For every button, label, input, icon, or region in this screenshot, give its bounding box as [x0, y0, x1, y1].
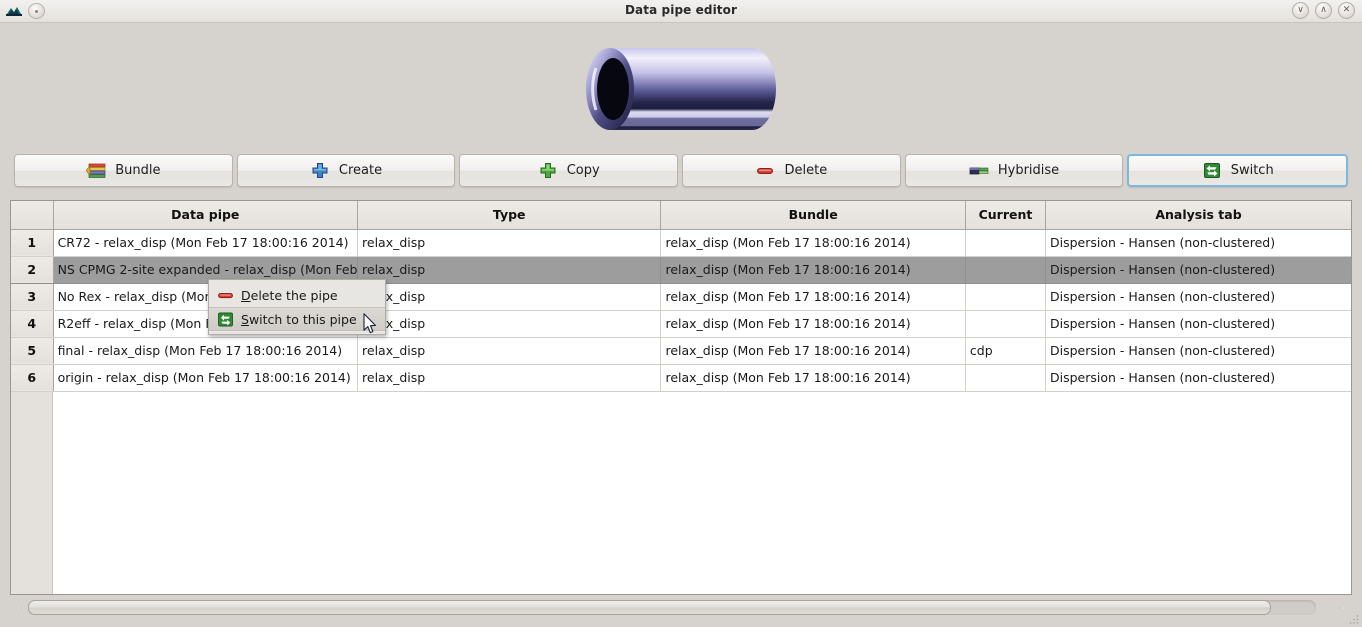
accel-key-s: S — [241, 312, 249, 327]
context-menu-label-delete: Delete the pipe — [241, 288, 338, 303]
maximize-glyph: ∧ — [1316, 3, 1331, 18]
resize-grip-icon[interactable] — [1348, 613, 1360, 625]
maximize-button[interactable]: ∧ — [1315, 2, 1332, 19]
cell-analysis-tab[interactable]: Dispersion - Hansen (non-clustered) — [1046, 310, 1351, 337]
cell-analysis-tab[interactable]: Dispersion - Hansen (non-clustered) — [1046, 229, 1351, 256]
table-header-row: Data pipe Type Bundle Current Analysis t… — [11, 201, 1351, 229]
column-header-data-pipe[interactable]: Data pipe — [53, 201, 357, 229]
red-minus-icon — [217, 288, 234, 303]
table-row[interactable]: 5 final - relax_disp (Mon Feb 17 18:00:1… — [11, 337, 1351, 364]
context-menu-item-switch-to-this-pipe[interactable]: Switch to this pipe — [209, 307, 385, 331]
column-header-bundle[interactable]: Bundle — [661, 201, 965, 229]
switch-icon — [217, 312, 234, 327]
switch-button-label: Switch — [1231, 163, 1274, 178]
switch-icon — [1202, 162, 1222, 179]
data-pipe-cylinder-image — [584, 42, 781, 137]
cell-analysis-tab[interactable]: Dispersion - Hansen (non-clustered) — [1046, 256, 1351, 283]
row-number: 5 — [11, 337, 53, 364]
column-header-analysis-tab[interactable]: Analysis tab — [1046, 201, 1351, 229]
minimize-glyph: ∨ — [1293, 3, 1308, 18]
column-header-type[interactable]: Type — [358, 201, 661, 229]
cell-analysis-tab[interactable]: Dispersion - Hansen (non-clustered) — [1046, 364, 1351, 391]
hybridise-button-label: Hybridise — [998, 163, 1059, 178]
hybridise-icon — [969, 162, 989, 179]
context-menu-label-switch-rest: witch to this pipe — [249, 312, 357, 327]
red-minus-icon — [755, 162, 775, 179]
banner-area — [0, 22, 1362, 147]
title-bar: Data pipe editor ∨ ∧ ✕ — [0, 0, 1362, 23]
column-header-current[interactable]: Current — [965, 201, 1045, 229]
copy-button-label: Copy — [567, 163, 600, 178]
scroll-page-left-arrow[interactable]: ‹ — [1316, 598, 1334, 616]
create-button[interactable]: Create — [237, 154, 456, 187]
switch-button[interactable]: Switch — [1127, 154, 1348, 187]
close-glyph: ✕ — [1339, 3, 1354, 18]
table-row[interactable]: 1 CR72 - relax_disp (Mon Feb 17 18:00:16… — [11, 229, 1351, 256]
context-menu-label-switch: Switch to this pipe — [241, 312, 357, 327]
cell-data-pipe[interactable]: origin - relax_disp (Mon Feb 17 18:00:16… — [53, 364, 357, 391]
green-plus-icon — [538, 162, 558, 179]
cell-analysis-tab[interactable]: Dispersion - Hansen (non-clustered) — [1046, 337, 1351, 364]
cell-bundle[interactable]: relax_disp (Mon Feb 17 18:00:16 2014) — [661, 283, 965, 310]
data-pipe-table: Data pipe Type Bundle Current Analysis t… — [10, 200, 1352, 595]
window-controls: ∨ ∧ ✕ — [1292, 2, 1355, 19]
cell-current[interactable] — [965, 256, 1045, 283]
cell-type[interactable]: relax_disp — [358, 364, 661, 391]
delete-button[interactable]: Delete — [682, 154, 901, 187]
context-menu: Delete the pipe Switch to this pipe — [208, 279, 386, 335]
row-number: 3 — [11, 283, 53, 310]
create-button-label: Create — [339, 163, 382, 178]
minimize-button[interactable]: ∨ — [1292, 2, 1309, 19]
column-header-rownum[interactable] — [11, 201, 53, 229]
cell-type[interactable]: relax_disp — [358, 310, 661, 337]
row-number: 6 — [11, 364, 53, 391]
table-row[interactable]: 6 origin - relax_disp (Mon Feb 17 18:00:… — [11, 364, 1351, 391]
toolbar: Bundle Create Copy Delete — [14, 154, 1348, 187]
window-title: Data pipe editor — [0, 0, 1362, 21]
cell-current[interactable] — [965, 364, 1045, 391]
row-number: 2 — [11, 256, 53, 283]
horizontal-scrollbar[interactable]: ‹ ‹ › — [10, 597, 1352, 617]
cell-bundle[interactable]: relax_disp (Mon Feb 17 18:00:16 2014) — [661, 256, 965, 283]
bundle-button-label: Bundle — [115, 163, 160, 178]
cell-bundle[interactable]: relax_disp (Mon Feb 17 18:00:16 2014) — [661, 310, 965, 337]
cell-current[interactable]: cdp — [965, 337, 1045, 364]
cell-type[interactable]: relax_disp — [358, 229, 661, 256]
cell-current[interactable] — [965, 310, 1045, 337]
scrollbar-track[interactable] — [28, 600, 1316, 615]
data-pipe-editor-window: Data pipe editor ∨ ∧ ✕ — [0, 0, 1362, 627]
scrollbar-thumb[interactable] — [28, 600, 1271, 615]
bundle-button[interactable]: Bundle — [14, 154, 233, 187]
accel-key-d: D — [241, 288, 251, 303]
context-menu-item-delete-the-pipe[interactable]: Delete the pipe — [209, 283, 385, 307]
delete-button-label: Delete — [784, 163, 827, 178]
context-menu-label-delete-rest: elete the pipe — [251, 288, 338, 303]
row-number: 1 — [11, 229, 53, 256]
bundle-icon — [86, 162, 106, 179]
cell-type[interactable]: relax_disp — [358, 256, 661, 283]
cell-current[interactable] — [965, 283, 1045, 310]
scroll-left-arrow[interactable]: ‹ — [10, 598, 28, 616]
row-number: 4 — [11, 310, 53, 337]
cell-bundle[interactable]: relax_disp (Mon Feb 17 18:00:16 2014) — [661, 364, 965, 391]
cell-data-pipe[interactable]: final - relax_disp (Mon Feb 17 18:00:16 … — [53, 337, 357, 364]
cell-type[interactable]: relax_disp — [358, 337, 661, 364]
blue-plus-icon — [310, 162, 330, 179]
cell-data-pipe[interactable]: CR72 - relax_disp (Mon Feb 17 18:00:16 2… — [53, 229, 357, 256]
cell-analysis-tab[interactable]: Dispersion - Hansen (non-clustered) — [1046, 283, 1351, 310]
hybridise-button[interactable]: Hybridise — [905, 154, 1124, 187]
cell-bundle[interactable]: relax_disp (Mon Feb 17 18:00:16 2014) — [661, 229, 965, 256]
cell-bundle[interactable]: relax_disp (Mon Feb 17 18:00:16 2014) — [661, 337, 965, 364]
cell-current[interactable] — [965, 229, 1045, 256]
close-button[interactable]: ✕ — [1338, 2, 1355, 19]
copy-button[interactable]: Copy — [459, 154, 678, 187]
cell-type[interactable]: relax_disp — [358, 283, 661, 310]
